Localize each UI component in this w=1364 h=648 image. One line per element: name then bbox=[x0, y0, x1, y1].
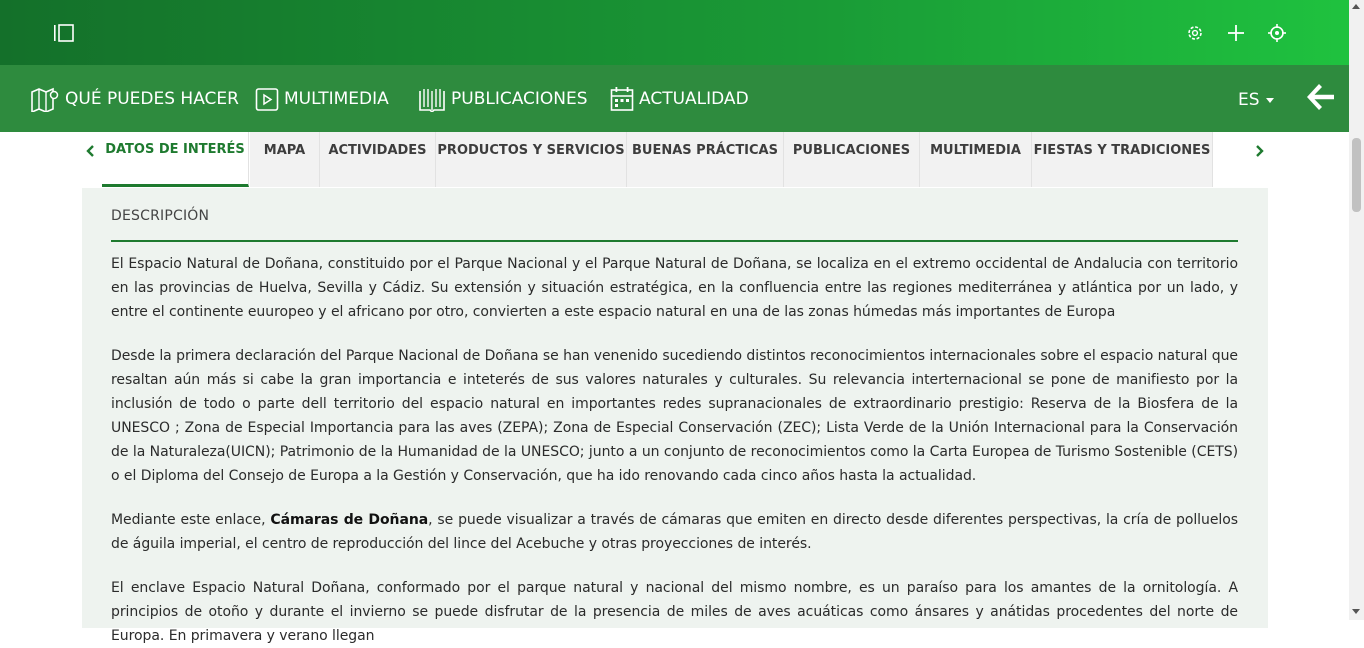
section-title: DESCRIPCIÓN bbox=[111, 208, 210, 224]
nav-item-publicaciones[interactable]: PUBLICACIONES bbox=[418, 85, 588, 113]
caret-down-icon bbox=[1265, 97, 1274, 103]
sidebar-toggle-icon[interactable] bbox=[53, 24, 75, 42]
plus-icon[interactable] bbox=[1226, 23, 1246, 43]
tab-productos-y-servicios[interactable]: PRODUCTOS Y SERVICIOS bbox=[436, 132, 627, 187]
back-arrow-icon[interactable] bbox=[1305, 82, 1335, 112]
scroll-thumb[interactable] bbox=[1352, 138, 1361, 212]
tab-actividades[interactable]: ACTIVIDADES bbox=[320, 132, 436, 187]
nav-item-actualidad[interactable]: ACTUALIDAD bbox=[610, 85, 749, 113]
nav-label: QUÉ PUEDES HACER bbox=[65, 89, 239, 109]
page-scrollbar[interactable] bbox=[1349, 0, 1364, 620]
tab-buenas-practicas[interactable]: BUENAS PRÁCTICAS bbox=[627, 132, 784, 187]
tab-datos-de-interes[interactable]: DATOS DE INTERÉS bbox=[102, 132, 249, 187]
book-icon bbox=[419, 89, 445, 112]
map-icon bbox=[31, 87, 59, 112]
chevron-left-icon[interactable] bbox=[84, 142, 98, 160]
paragraph-recognitions: Desde la primera declaración del Parque … bbox=[111, 348, 1238, 484]
camaras-link[interactable]: Cámaras de Doñana bbox=[270, 512, 428, 528]
tab-multimedia[interactable]: MULTIMEDIA bbox=[920, 132, 1032, 187]
tab-mapa[interactable]: MAPA bbox=[250, 132, 320, 187]
paragraph-intro: El Espacio Natural de Doñana, constituid… bbox=[111, 256, 1238, 320]
tab-fiestas-y-tradiciones[interactable]: FIESTAS Y TRADICIONES bbox=[1032, 132, 1213, 187]
scroll-up-icon[interactable] bbox=[1352, 4, 1360, 9]
paragraph-birds: El enclave Espacio Natural Doñana, confo… bbox=[111, 580, 1238, 644]
calendar-icon bbox=[610, 87, 634, 111]
language-label: ES bbox=[1238, 90, 1260, 110]
nav-item-que-puedes-hacer[interactable]: QUÉ PUEDES HACER bbox=[30, 85, 239, 113]
chevron-right-icon[interactable] bbox=[1252, 142, 1266, 160]
section-divider bbox=[111, 240, 1238, 242]
settings-icon[interactable] bbox=[1185, 23, 1205, 43]
nav-item-multimedia[interactable]: MULTIMEDIA bbox=[255, 85, 389, 113]
tab-bar: DATOS DE INTERÉS MAPA ACTIVIDADES PRODUC… bbox=[82, 132, 1268, 189]
scroll-down-icon[interactable] bbox=[1352, 609, 1360, 614]
nav-label: PUBLICACIONES bbox=[451, 89, 588, 109]
tab-publicaciones[interactable]: PUBLICACIONES bbox=[784, 132, 920, 187]
nav-label: MULTIMEDIA bbox=[284, 89, 389, 109]
nav-label: ACTUALIDAD bbox=[639, 89, 749, 109]
play-icon bbox=[255, 88, 279, 111]
paragraph-cameras: Mediante este enlace, Cámaras de Doñana,… bbox=[111, 512, 1238, 552]
main-navigation: QUÉ PUEDES HACER MULTIMEDIA PUBLICACIONE… bbox=[0, 65, 1349, 132]
language-selector[interactable]: ES bbox=[1238, 90, 1274, 110]
top-bar bbox=[0, 0, 1349, 65]
crosshair-icon[interactable] bbox=[1267, 23, 1287, 43]
description-panel: DESCRIPCIÓN El Espacio Natural de Doñana… bbox=[82, 188, 1268, 644]
